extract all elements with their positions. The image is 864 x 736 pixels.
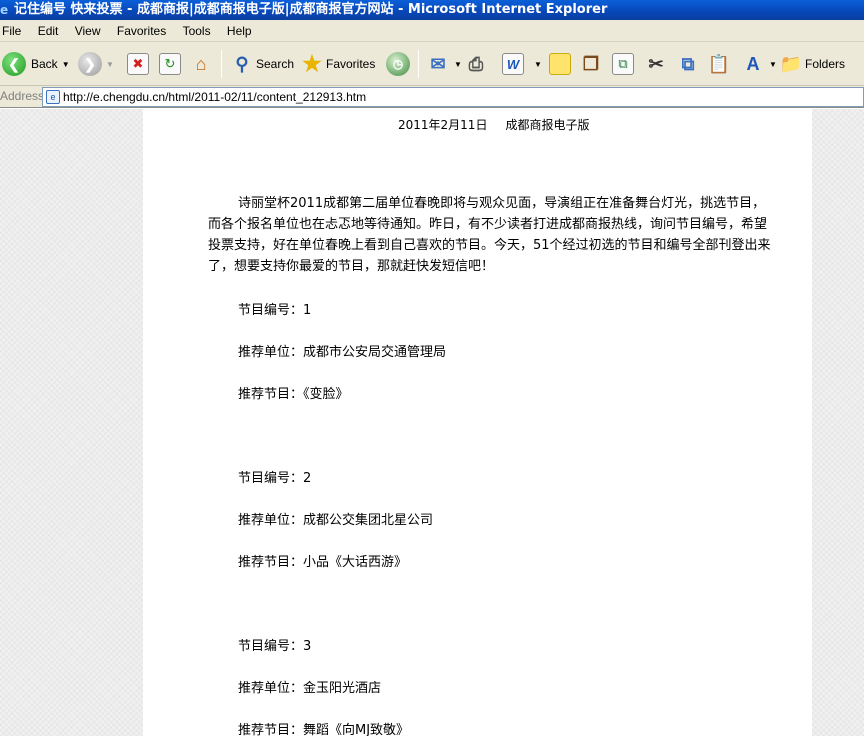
folders-button[interactable]: 📁 Folders <box>779 50 845 78</box>
entry-program: 推荐节目：《变脸》 <box>238 387 349 402</box>
refresh-icon: ↻ <box>159 53 181 75</box>
window-icon: ⧉ <box>612 53 634 75</box>
menu-tools[interactable]: Tools <box>181 20 218 42</box>
font-size-dropdown-icon[interactable]: ▼ <box>769 60 777 69</box>
address-url[interactable]: http://e.chengdu.cn/html/2011-02/11/cont… <box>63 90 366 104</box>
standard-toolbar: ❮ Back ▼ ❯ ▼ ✖ ↻ ⌂ ⚲ Search ★ Favorites … <box>0 42 864 86</box>
search-label: Search <box>256 57 295 71</box>
menu-favorites[interactable]: Favorites <box>115 20 173 42</box>
entry-program: 推荐节目：小品《大话西游》 <box>238 555 408 570</box>
font-size-button[interactable]: A ▼ <box>741 50 777 78</box>
favorites-star-icon: ★ <box>302 51 322 76</box>
stop-button[interactable]: ✖ <box>127 50 149 78</box>
menu-help[interactable]: Help <box>225 20 259 42</box>
folders-label: Folders <box>805 57 846 71</box>
menu-file[interactable]: File <box>0 20 28 42</box>
entry-number: 节目编号：3 <box>238 639 312 654</box>
entry-unit: 推荐单位：成都公交集团北星公司 <box>238 513 434 528</box>
cut-button[interactable]: ✂ <box>644 50 668 78</box>
research-button[interactable]: ❐ <box>579 50 603 78</box>
back-dropdown-icon[interactable]: ▼ <box>62 60 70 69</box>
window-title-bar: e 记住编号 快来投票 - 成都商报|成都商报电子版|成都商报官方网站 - Mic… <box>0 0 864 20</box>
search-button[interactable]: ⚲ Search <box>230 50 294 78</box>
forward-dropdown-icon[interactable]: ▼ <box>106 60 114 69</box>
refresh-button[interactable]: ↻ <box>159 50 181 78</box>
menu-edit[interactable]: Edit <box>36 20 66 42</box>
cut-scissors-icon: ✂ <box>648 53 664 74</box>
ie-logo-icon: e <box>0 3 9 17</box>
left-background <box>0 109 143 736</box>
edit-dropdown-icon[interactable]: ▼ <box>534 60 542 69</box>
home-icon: ⌂ <box>195 53 207 74</box>
address-input[interactable]: e http://e.chengdu.cn/html/2011-02/11/co… <box>42 87 864 107</box>
entry-unit: 推荐单位：成都市公安局交通管理局 <box>238 345 447 360</box>
content-viewport[interactable]: 2011年2月11日 成都商报电子版 诗丽堂杯2011成都第二届单位春晚即将与观众… <box>0 109 864 736</box>
favorites-label: Favorites <box>326 57 376 71</box>
mail-dropdown-icon[interactable]: ▼ <box>454 60 462 69</box>
font-size-icon: A <box>746 53 760 74</box>
menu-bar: File Edit View Favorites Tools Help <box>0 20 864 42</box>
paste-clipboard-icon: 📋 <box>707 53 731 74</box>
toolbar-separator <box>221 50 222 78</box>
mail-button[interactable]: ✉ ▼ <box>426 50 462 78</box>
note-button[interactable] <box>549 50 571 78</box>
entry-number: 节目编号：1 <box>238 303 312 318</box>
mail-icon: ✉ <box>430 53 446 74</box>
menu-view[interactable]: View <box>73 20 108 42</box>
dateline: 2011年2月11日 成都商报电子版 <box>398 116 589 133</box>
print-icon: ⎙ <box>468 53 484 74</box>
home-button[interactable]: ⌂ <box>190 50 212 78</box>
address-label: Address <box>0 89 45 103</box>
window-button[interactable]: ⧉ <box>612 50 634 78</box>
forward-button[interactable]: ❯ ▼ <box>78 50 114 78</box>
entry-program: 推荐节目：舞蹈《向MJ致敬》 <box>238 723 410 736</box>
copy-button[interactable]: ⧉ <box>676 50 700 78</box>
print-button[interactable]: ⎙ <box>464 50 488 78</box>
forward-arrow-icon: ❯ <box>78 52 102 76</box>
stop-icon: ✖ <box>127 53 149 75</box>
note-icon <box>549 53 571 75</box>
paste-button[interactable]: 📋 <box>707 50 731 78</box>
article-intro: 诗丽堂杯2011成都第二届单位春晚即将与观众见面，导演组正在准备舞台灯光，挑选节… <box>208 196 771 274</box>
history-button[interactable]: ◷ <box>386 50 410 78</box>
article-edition: 成都商报电子版 <box>505 118 590 132</box>
search-icon: ⚲ <box>235 53 249 74</box>
folder-icon: 📁 <box>779 53 803 74</box>
research-books-icon: ❐ <box>582 53 600 74</box>
history-icon: ◷ <box>386 52 410 76</box>
back-button[interactable]: ❮ Back ▼ <box>2 50 70 78</box>
page-icon: e <box>46 90 60 104</box>
word-edit-icon: W <box>502 53 524 75</box>
back-label: Back <box>31 57 58 71</box>
article-date: 2011年2月11日 <box>398 118 488 132</box>
favorites-button[interactable]: ★ Favorites <box>300 50 375 78</box>
window-title: 记住编号 快来投票 - 成都商报|成都商报电子版|成都商报官方网站 - Micr… <box>14 2 608 17</box>
edit-button[interactable]: W ▼ <box>502 50 542 78</box>
toolbar-separator <box>418 50 419 78</box>
back-arrow-icon: ❮ <box>2 52 26 76</box>
entry-number: 节目编号：2 <box>238 471 312 486</box>
article-page: 2011年2月11日 成都商报电子版 诗丽堂杯2011成都第二届单位春晚即将与观众… <box>143 109 812 736</box>
copy-icon: ⧉ <box>681 53 695 74</box>
entry-unit: 推荐单位：金玉阳光酒店 <box>238 681 382 696</box>
address-bar: Address e http://e.chengdu.cn/html/2011-… <box>0 86 864 108</box>
right-background <box>812 109 864 736</box>
